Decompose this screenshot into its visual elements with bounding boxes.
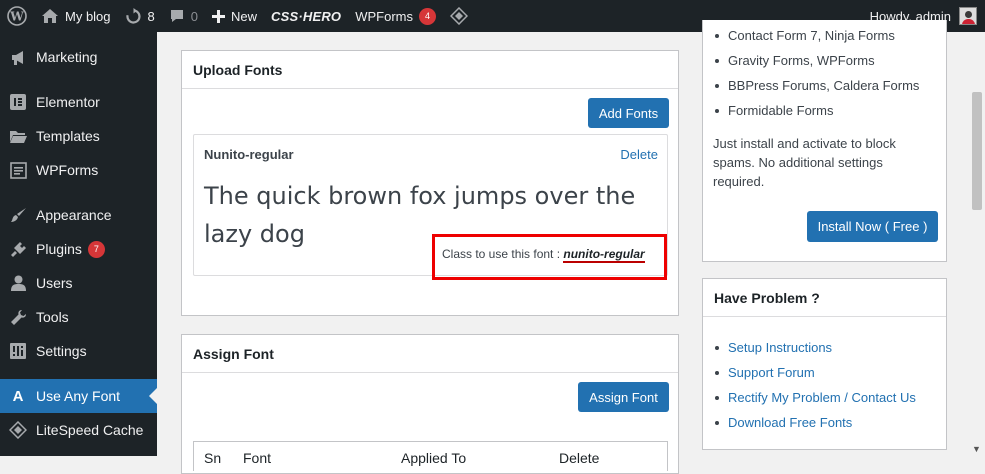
- help-link-contact-us[interactable]: Rectify My Problem / Contact Us: [703, 385, 948, 410]
- sidebar-item-label: Marketing: [36, 49, 98, 65]
- assign-font-button[interactable]: Assign Font: [578, 382, 669, 412]
- scroll-down-arrow-icon[interactable]: ▼: [972, 444, 981, 454]
- folder-icon: [0, 129, 36, 144]
- upload-fonts-title: Upload Fonts: [182, 51, 678, 89]
- install-now-button[interactable]: Install Now ( Free ): [807, 211, 938, 242]
- assign-font-title: Assign Font: [182, 335, 678, 373]
- letter-a-icon: A: [12, 387, 24, 405]
- sidebar-item-label: Plugins: [36, 241, 82, 257]
- list-item: Gravity Forms, WPForms: [703, 48, 948, 73]
- sidebar-item-templates[interactable]: Templates: [0, 119, 157, 153]
- plus-icon: [212, 9, 225, 23]
- site-name-label: My blog: [65, 8, 111, 24]
- supported-forms-list: Contact Form 7, Ninja Forms Gravity Form…: [703, 23, 948, 123]
- help-link-label[interactable]: Rectify My Problem / Contact Us: [728, 390, 916, 405]
- csshero-button[interactable]: CSS·HERO: [264, 0, 348, 32]
- sidebar-item-label: Settings: [36, 343, 87, 359]
- csshero-logo: CSS·HERO: [271, 8, 342, 24]
- plugins-update-badge: 7: [87, 240, 105, 258]
- sidebar-item-tools[interactable]: Tools: [0, 300, 157, 334]
- page-scrollbar[interactable]: ▼: [968, 32, 985, 456]
- sidebar-item-label: LiteSpeed Cache: [36, 422, 144, 438]
- help-link-download-fonts[interactable]: Download Free Fonts: [703, 410, 948, 435]
- sidebar-item-elementor[interactable]: Elementor: [0, 85, 157, 119]
- wordpress-logo-button[interactable]: W: [0, 0, 34, 32]
- spam-protection-panel: Contact Form 7, Ninja Forms Gravity Form…: [702, 20, 947, 262]
- wpforms-label: WPForms: [355, 8, 414, 24]
- new-content-button[interactable]: New: [205, 0, 264, 32]
- font-name: Nunito-regular: [204, 147, 294, 162]
- assigned-fonts-table-header: Sn Font Applied To Delete: [193, 441, 668, 471]
- megaphone-icon: [0, 49, 36, 66]
- home-icon: [42, 9, 58, 23]
- class-usage-label: Class to use this font :: [442, 247, 564, 261]
- diamond-icon: [450, 7, 469, 25]
- upload-fonts-panel: Upload Fonts Add Fonts Nunito-regular De…: [181, 50, 679, 316]
- sidebar-item-label: Elementor: [36, 94, 100, 110]
- scrollbar-thumb[interactable]: [972, 92, 982, 210]
- column-header-font: Font: [243, 450, 272, 466]
- have-problem-panel: Have Problem ? Setup Instructions Suppor…: [702, 278, 947, 450]
- sidebar-item-label: WPForms: [36, 162, 99, 178]
- wordpress-icon: W: [7, 6, 27, 26]
- user-icon: [0, 275, 36, 291]
- help-link-label[interactable]: Support Forum: [728, 365, 815, 380]
- add-fonts-button[interactable]: Add Fonts: [588, 98, 669, 128]
- sidebar-item-wpforms[interactable]: WPForms: [0, 153, 157, 187]
- refresh-icon: [125, 7, 141, 24]
- list-item: Contact Form 7, Ninja Forms: [703, 23, 948, 48]
- comment-bubble-icon: [170, 10, 183, 22]
- help-link-support-forum[interactable]: Support Forum: [703, 360, 948, 385]
- assign-font-panel: Assign Font Assign Font Sn Font Applied …: [181, 334, 679, 474]
- sidebar-item-label: Appearance: [36, 207, 112, 223]
- help-link-label[interactable]: Setup Instructions: [728, 340, 832, 355]
- avatar: [959, 7, 977, 25]
- sidebar-item-litespeed-cache[interactable]: LiteSpeed Cache: [0, 413, 157, 447]
- wpforms-adminbar-button[interactable]: WPForms 4: [348, 0, 443, 32]
- plug-icon: [0, 241, 36, 258]
- diamond-icon: [0, 421, 36, 439]
- sidebar-item-users[interactable]: Users: [0, 266, 157, 300]
- sidebar-item-plugins[interactable]: Plugins 7: [0, 232, 157, 266]
- elementor-icon: [0, 94, 36, 110]
- sidebar-item-label: Tools: [36, 309, 69, 325]
- help-links-list: Setup Instructions Support Forum Rectify…: [703, 335, 948, 435]
- updates-count: 8: [147, 8, 155, 24]
- column-header-delete: Delete: [559, 450, 600, 466]
- list-item: BBPress Forums, Caldera Forms: [703, 73, 948, 98]
- updates-button[interactable]: 8: [118, 0, 162, 32]
- wrench-icon: [0, 309, 36, 326]
- sidebar-item-appearance[interactable]: Appearance: [0, 198, 157, 232]
- form-icon: [0, 161, 36, 179]
- have-problem-title: Have Problem ?: [703, 279, 946, 317]
- paintbrush-icon: [0, 207, 36, 224]
- sidebar-item-use-any-font[interactable]: A Use Any Font: [0, 379, 157, 413]
- admin-sidebar: Marketing Elementor Templates WPForms Ap…: [0, 32, 157, 456]
- comments-button[interactable]: 0: [162, 0, 205, 32]
- new-label: New: [231, 8, 258, 24]
- install-note: Just install and activate to block spams…: [713, 136, 896, 189]
- svg-text:W: W: [9, 10, 24, 24]
- help-link-setup-instructions[interactable]: Setup Instructions: [703, 335, 948, 360]
- sliders-icon: [0, 343, 36, 359]
- column-header-sn: Sn: [204, 450, 222, 466]
- sidebar-item-label: Users: [36, 275, 73, 291]
- sidebar-item-label: Use Any Font: [36, 388, 121, 404]
- class-name-value: nunito-regular: [563, 247, 645, 263]
- site-name-button[interactable]: My blog: [34, 0, 118, 32]
- sidebar-item-settings[interactable]: Settings: [0, 334, 157, 368]
- list-item: Formidable Forms: [703, 98, 948, 123]
- class-usage-text: Class to use this font : nunito-regular: [442, 247, 645, 263]
- comments-count: 0: [190, 8, 198, 24]
- wpforms-badge: 4: [419, 7, 437, 25]
- help-link-label[interactable]: Download Free Fonts: [728, 415, 852, 430]
- sidebar-item-label: Templates: [36, 128, 100, 144]
- litespeed-adminbar-button[interactable]: [443, 0, 475, 32]
- sidebar-item-marketing[interactable]: Marketing: [0, 40, 157, 74]
- delete-font-link[interactable]: Delete: [620, 147, 658, 162]
- font-card: Nunito-regular Delete The quick brown fo…: [193, 134, 668, 280]
- column-header-applied-to: Applied To: [401, 450, 467, 466]
